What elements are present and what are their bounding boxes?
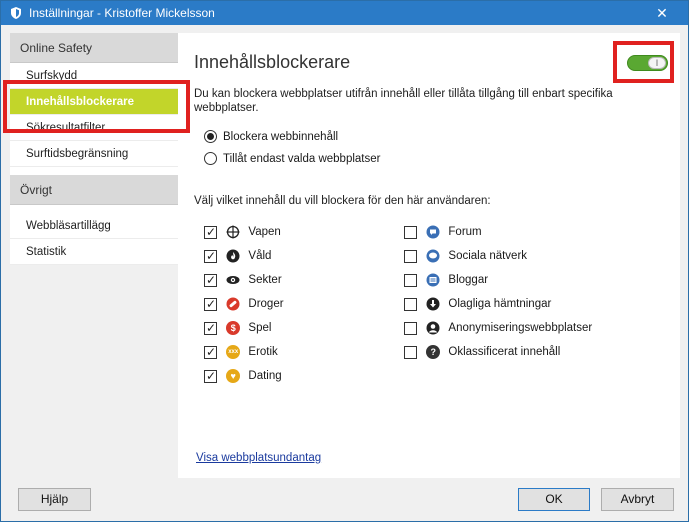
- description-text: Du kan blockera webbplatser utifrån inne…: [194, 88, 613, 114]
- main-panel: Innehållsblockerare I Du kan blockera we…: [178, 33, 680, 478]
- help-button[interactable]: Hjälp: [18, 488, 91, 511]
- window-title: Inställningar - Kristoffer Mickelsson: [29, 6, 215, 20]
- checkbox[interactable]: [404, 321, 417, 335]
- site-exceptions-link[interactable]: Visa webbplatsundantag: [196, 452, 321, 464]
- category-label: Anonymiseringswebbplatser: [448, 322, 593, 334]
- highlight-box-toggle: [613, 41, 674, 83]
- blog-icon: [426, 273, 440, 287]
- sidebar-group-ovrigt: Övrigt: [10, 175, 178, 205]
- category-label: Spel: [248, 322, 272, 334]
- radio-label: Blockera webbinnehåll: [223, 131, 339, 143]
- checkbox[interactable]: [404, 273, 417, 287]
- heart-icon: ♥: [226, 369, 241, 383]
- category-oklassificerat-innehall[interactable]: ? Oklassificerat innehåll: [404, 344, 560, 362]
- highlight-box-sidebar: [3, 80, 190, 133]
- radio-button[interactable]: [204, 130, 217, 144]
- checkbox[interactable]: [404, 249, 417, 263]
- checkbox[interactable]: [204, 368, 217, 384]
- radio-button[interactable]: [204, 152, 217, 166]
- question-mark-icon: ?: [426, 345, 441, 359]
- category-label: Vapen: [248, 226, 281, 238]
- category-label: Dating: [248, 370, 282, 382]
- sidebar-item-webblasartillagg[interactable]: Webbläsartillägg: [10, 213, 178, 239]
- sidebar-item-surftidsbegransning[interactable]: Surftidsbegränsning: [10, 141, 178, 167]
- page-title: Innehållsblockerare: [194, 52, 351, 72]
- flame-icon: [226, 249, 240, 263]
- category-label: Droger: [248, 298, 284, 310]
- radio-allow-only-selected[interactable]: Tillåt endast valda webbplatser: [204, 152, 380, 168]
- settings-window: Inställningar - Kristoffer Mickelsson ✕ …: [0, 0, 689, 522]
- radio-label: Tillåt endast valda webbplatser: [223, 153, 381, 165]
- category-label: Oklassificerat innehåll: [448, 346, 561, 358]
- chat-bubble-icon: [426, 249, 440, 263]
- forum-icon: [426, 225, 440, 239]
- xxx-icon: xxx: [226, 345, 241, 359]
- category-label: Bloggar: [448, 274, 489, 286]
- checkbox[interactable]: [404, 297, 417, 311]
- checkbox[interactable]: [204, 344, 217, 360]
- crosshair-icon: [226, 225, 240, 239]
- eye-icon: [226, 276, 240, 284]
- title-bar[interactable]: Inställningar - Kristoffer Mickelsson ✕: [1, 1, 688, 25]
- close-button[interactable]: ✕: [642, 3, 682, 23]
- category-label: Forum: [448, 226, 482, 238]
- category-dating[interactable]: ♥ Dating: [204, 368, 282, 386]
- sidebar-spacer: [10, 167, 178, 175]
- category-anonymiseringswebbplatser[interactable]: Anonymiseringswebbplatser: [404, 320, 592, 338]
- checkbox[interactable]: [204, 320, 217, 336]
- ok-button[interactable]: OK: [518, 488, 590, 511]
- category-sociala-natverk[interactable]: Sociala nätverk: [404, 248, 527, 266]
- checkbox[interactable]: [404, 345, 417, 359]
- category-forum[interactable]: Forum: [404, 224, 482, 242]
- category-droger[interactable]: Droger: [204, 296, 284, 314]
- category-label: Erotik: [248, 346, 278, 358]
- checkbox[interactable]: [204, 272, 217, 288]
- shield-icon: [11, 7, 21, 19]
- download-icon: [426, 297, 440, 311]
- sidebar-spacer: [10, 205, 178, 213]
- cancel-button[interactable]: Avbryt: [601, 488, 674, 511]
- checkbox[interactable]: [404, 225, 417, 239]
- pill-icon: [226, 297, 240, 311]
- category-spel[interactable]: $ Spel: [204, 320, 271, 338]
- dollar-icon: $: [226, 321, 241, 335]
- category-vapen[interactable]: Vapen: [204, 224, 281, 242]
- category-label: Olagliga hämtningar: [448, 298, 552, 310]
- category-bloggar[interactable]: Bloggar: [404, 272, 488, 290]
- category-olagliga-hamtningar[interactable]: Olagliga hämtningar: [404, 296, 551, 314]
- category-sekter[interactable]: Sekter: [204, 272, 282, 290]
- category-label: Våld: [248, 250, 272, 262]
- anonymous-user-icon: [426, 321, 440, 335]
- category-erotik[interactable]: xxx Erotik: [204, 344, 278, 362]
- checkbox[interactable]: [204, 296, 217, 312]
- categories-label: Välj vilket innehåll du vill blockera fö…: [194, 195, 491, 207]
- sidebar-group-online-safety: Online Safety: [10, 33, 178, 63]
- category-label: Sekter: [248, 274, 282, 286]
- checkbox[interactable]: [204, 248, 217, 264]
- radio-block-web-content[interactable]: Blockera webbinnehåll: [204, 130, 338, 146]
- sidebar-item-statistik[interactable]: Statistik: [10, 239, 178, 265]
- checkbox[interactable]: [204, 224, 217, 240]
- category-label: Sociala nätverk: [448, 250, 528, 262]
- category-vald[interactable]: Våld: [204, 248, 271, 266]
